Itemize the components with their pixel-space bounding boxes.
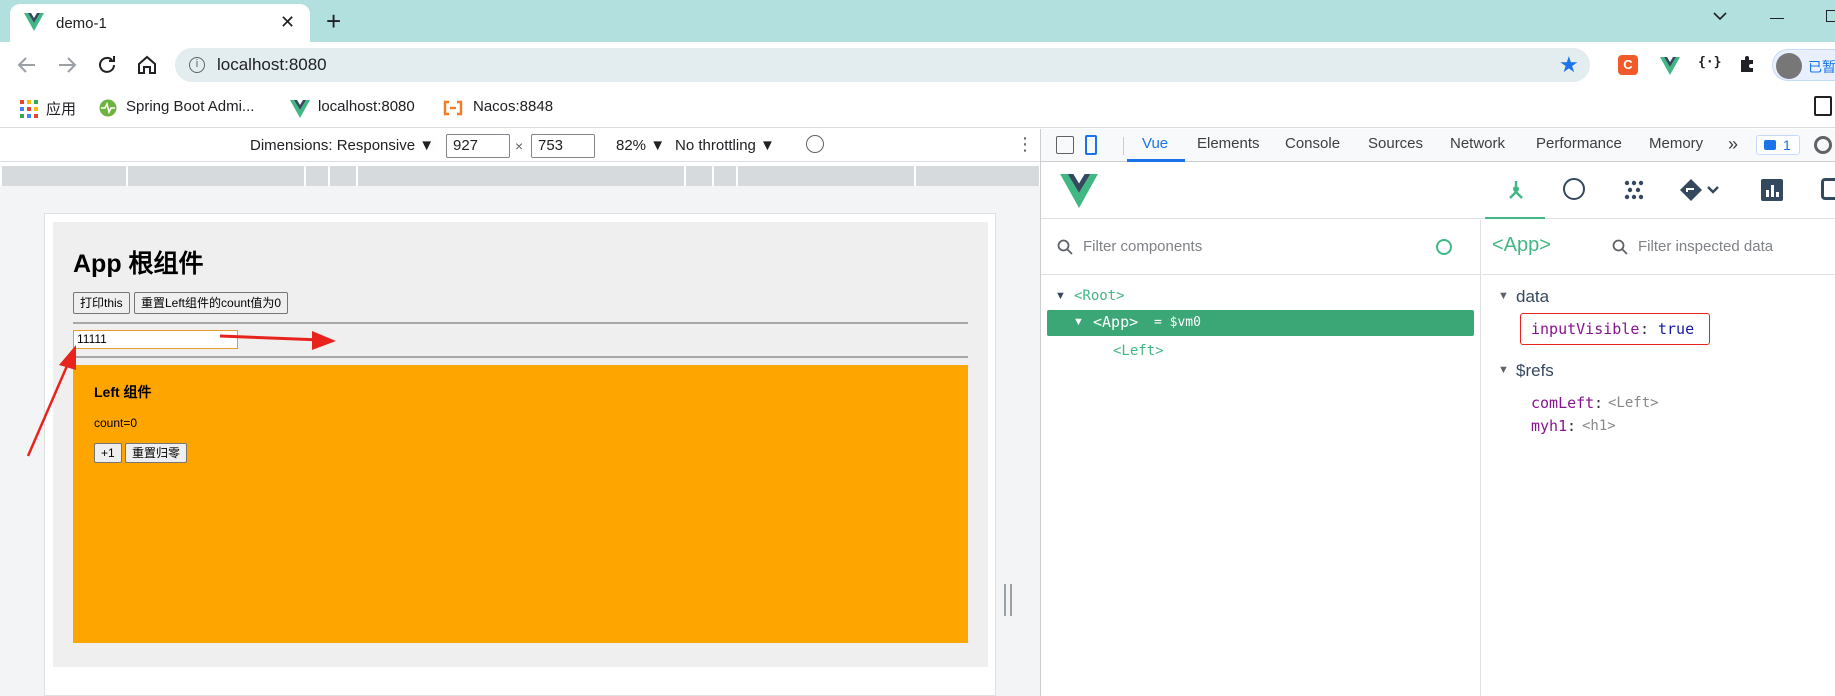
tab-search-icon[interactable] bbox=[1712, 10, 1728, 22]
browser-toolbar: i localhost:8080 ★ C {·} 已暂 bbox=[0, 42, 1835, 88]
tree-node-app: <App> bbox=[1093, 313, 1139, 331]
tab-sources[interactable]: Sources bbox=[1368, 129, 1423, 159]
components-tree-icon[interactable] bbox=[1504, 178, 1528, 202]
apps-grid-icon[interactable] bbox=[20, 100, 38, 118]
input-visible-value[interactable]: true bbox=[1658, 320, 1694, 338]
vue-favicon-icon bbox=[24, 13, 44, 31]
tab-title: demo-1 bbox=[56, 15, 107, 32]
vue-settings-icon[interactable] bbox=[1821, 178, 1835, 200]
bookmark-spring-boot-admin[interactable]: Spring Boot Admi... bbox=[126, 98, 254, 115]
ref-myh1-colon: : bbox=[1567, 417, 1577, 435]
devtools-settings-icon[interactable] bbox=[1814, 136, 1832, 154]
filter-inspected-input[interactable]: Filter inspected data bbox=[1638, 238, 1773, 255]
select-component-target-icon[interactable] bbox=[1436, 239, 1452, 255]
plugins-dots-icon[interactable] bbox=[1623, 179, 1645, 201]
inspect-element-icon[interactable] bbox=[1056, 136, 1074, 154]
minimize-icon[interactable] bbox=[1770, 18, 1784, 19]
ref-myh1-value[interactable]: <h1> bbox=[1582, 418, 1616, 434]
profile-label: 已暂 bbox=[1808, 59, 1835, 75]
bookmark-localhost[interactable]: localhost:8080 bbox=[318, 98, 415, 115]
browser-tab[interactable]: demo-1 ✕ bbox=[10, 4, 310, 42]
extension-c-icon[interactable]: C bbox=[1618, 55, 1638, 75]
more-tabs-icon[interactable]: » bbox=[1728, 129, 1738, 159]
ref-comleft-value[interactable]: <Left> bbox=[1608, 395, 1659, 411]
tab-network[interactable]: Network bbox=[1450, 129, 1505, 159]
maximize-icon[interactable] bbox=[1826, 10, 1835, 22]
vue-devtools-extension-icon[interactable] bbox=[1660, 57, 1680, 75]
ref-myh1-key: myh1 bbox=[1531, 417, 1568, 435]
site-info-icon[interactable]: i bbox=[189, 57, 205, 73]
device-toggle-icon[interactable] bbox=[1085, 135, 1097, 155]
tree-node-app-row[interactable]: ▼ <App> = $vm0 bbox=[1047, 310, 1474, 336]
profile-chip[interactable]: 已暂 bbox=[1772, 49, 1835, 81]
bookmark-nacos[interactable]: Nacos:8848 bbox=[473, 98, 553, 115]
tree-app-toggle-icon[interactable]: ▼ bbox=[1073, 316, 1084, 328]
data-section-toggle-icon[interactable]: ▼ bbox=[1498, 290, 1509, 302]
tree-root-toggle-icon[interactable]: ▼ bbox=[1055, 290, 1066, 302]
bookmark-apps[interactable]: 应用 bbox=[46, 98, 76, 119]
input-visible-highlight: inputVisible : true bbox=[1520, 313, 1710, 345]
spring-boot-heartbeat-icon bbox=[98, 99, 118, 117]
refs-section-title[interactable]: $refs bbox=[1516, 361, 1554, 381]
filter-components-bar: Filter components bbox=[1041, 220, 1481, 275]
tree-node-app-ref: = $vm0 bbox=[1154, 315, 1201, 330]
tree-node-root[interactable]: <Root> bbox=[1074, 288, 1125, 304]
close-tab-icon[interactable]: ✕ bbox=[280, 12, 295, 33]
vue-devtools-header bbox=[1041, 162, 1835, 219]
home-icon[interactable] bbox=[136, 53, 158, 75]
extensions-puzzle-icon[interactable] bbox=[1738, 54, 1758, 74]
issues-count: 1 bbox=[1783, 137, 1791, 153]
devtools-tabbar: Vue Elements Console Sources Network Per… bbox=[1041, 129, 1835, 162]
timeline-history-icon[interactable] bbox=[1563, 178, 1585, 200]
address-text: localhost:8080 bbox=[217, 55, 327, 74]
inspector-header: <App> Filter inspected data bbox=[1482, 220, 1835, 275]
vue-logo-icon bbox=[1059, 174, 1099, 208]
tab-console[interactable]: Console bbox=[1285, 129, 1340, 159]
tree-node-left[interactable]: <Left> bbox=[1113, 343, 1164, 359]
filter-search-icon bbox=[1057, 239, 1073, 255]
tab-strip: demo-1 ✕ + bbox=[0, 0, 1835, 42]
avatar bbox=[1776, 53, 1802, 79]
ref-comleft-key: comLeft bbox=[1531, 394, 1595, 412]
inspector-pane: <App> Filter inspected data ▼ data input… bbox=[1482, 220, 1835, 696]
forward-icon[interactable] bbox=[56, 54, 78, 76]
annotation-arrows bbox=[26, 331, 336, 457]
panel-resize-handle[interactable] bbox=[1004, 584, 1012, 616]
tab-memory[interactable]: Memory bbox=[1649, 129, 1703, 159]
input-visible-key[interactable]: inputVisible bbox=[1531, 320, 1639, 338]
reload-icon[interactable] bbox=[96, 54, 118, 76]
devtools-panel: Vue Elements Console Sources Network Per… bbox=[1040, 129, 1835, 696]
bookmarks-bar: 应用 Spring Boot Admi... localhost:8080 Na… bbox=[0, 88, 1835, 128]
performance-chart-icon[interactable] bbox=[1761, 179, 1783, 201]
ref-comleft-colon: : bbox=[1594, 394, 1604, 412]
inspector-component-title: <App> bbox=[1492, 234, 1551, 256]
new-tab-icon[interactable]: + bbox=[326, 6, 341, 37]
issues-icon bbox=[1764, 140, 1776, 150]
tab-elements[interactable]: Elements bbox=[1197, 129, 1260, 159]
json-extension-icon[interactable]: {·} bbox=[1698, 55, 1721, 70]
tab-performance[interactable]: Performance bbox=[1536, 129, 1622, 159]
issues-badge[interactable]: 1 bbox=[1756, 135, 1800, 155]
input-visible-colon: : bbox=[1640, 320, 1650, 338]
address-bar[interactable]: i localhost:8080 ★ bbox=[175, 48, 1590, 82]
vue-bookmark-icon bbox=[290, 100, 310, 118]
data-section-title[interactable]: data bbox=[1516, 287, 1549, 307]
filter-components-input[interactable]: Filter components bbox=[1083, 238, 1202, 255]
emulated-viewport: Dimensions: Responsive ▼ 927 × 753 82% ▼… bbox=[0, 129, 1040, 696]
reading-list-icon[interactable] bbox=[1814, 96, 1832, 116]
refs-section-toggle-icon[interactable]: ▼ bbox=[1498, 364, 1509, 376]
component-tree-pane: Filter components ▼ <Root> ▼ <App> = $vm… bbox=[1041, 220, 1481, 696]
tab-vue[interactable]: Vue bbox=[1142, 129, 1168, 159]
nacos-icon bbox=[442, 99, 464, 117]
bookmark-star-icon[interactable]: ★ bbox=[1559, 52, 1579, 78]
back-icon[interactable] bbox=[16, 54, 38, 76]
inspector-search-icon bbox=[1612, 239, 1628, 255]
router-routes-icon[interactable] bbox=[1679, 178, 1719, 202]
